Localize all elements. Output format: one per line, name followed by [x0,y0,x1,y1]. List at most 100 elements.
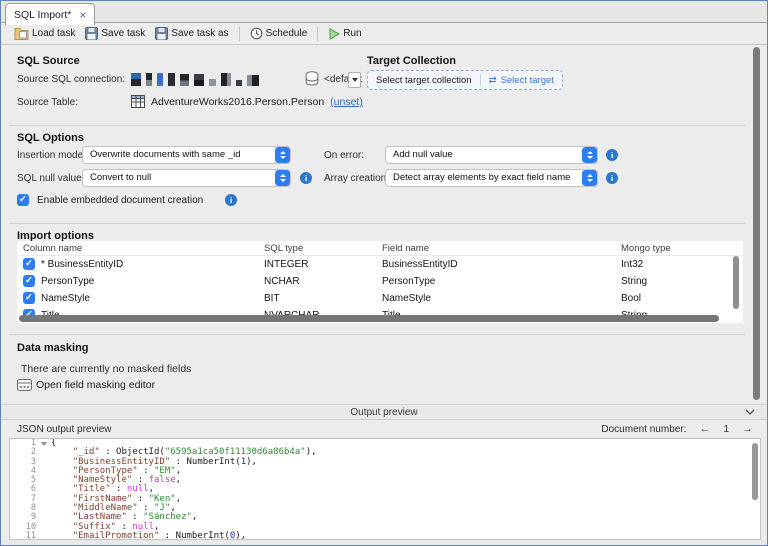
toolbar: Load task Save task Save task as Schedul… [1,23,767,45]
table-cell: INTEGER [264,256,308,273]
row-checkbox[interactable] [23,275,35,287]
run-label: Run [343,28,361,39]
json-output-preview-title: JSON output preview [17,424,112,435]
tab-sql-import[interactable]: SQL Import* × [5,3,95,25]
fold-gutter [36,495,51,504]
tab-bar: SQL Import* × [1,1,767,23]
select-target-button[interactable]: ⇄ Select target [481,75,562,86]
sql-null-values-select[interactable]: Convert to null [82,169,291,187]
table-vertical-scrollbar[interactable] [733,256,739,309]
code-line: 11 "EmailPromotion" : NumberInt(0), [10,532,760,540]
output-preview-label: Output preview [350,407,417,418]
masking-editor-icon [17,379,32,391]
section-divider [9,334,745,335]
document-navigator: Document number: ← 1 → [601,423,753,435]
table-cell: BusinessEntityID [382,256,458,273]
table-cell: Int32 [621,256,643,273]
sql-null-values-value: Convert to null [90,170,151,186]
bottom-strip [1,540,767,545]
unset-link[interactable]: (unset) [330,96,363,108]
open-masking-editor-label: Open field masking editor [36,379,155,391]
select-target-label: Select target [501,75,554,86]
fold-gutter [36,532,51,540]
connection-dropdown-button[interactable] [348,72,361,88]
load-task-button[interactable]: Load task [9,24,80,44]
fold-triangle-icon[interactable] [36,439,51,448]
table-cell: String [621,273,647,290]
toolbar-separator [317,27,318,41]
next-document-arrow-icon[interactable]: → [742,423,753,435]
editor-vertical-scrollbar[interactable] [752,443,758,500]
table-horizontal-scrollbar[interactable] [19,315,719,322]
sql-null-values-info-icon[interactable] [300,172,312,184]
main-content: SQL Source Target Collection Source SQL … [1,45,767,404]
insertion-mode-select[interactable]: Overwrite documents with same _id [82,146,291,164]
insertion-mode-label: Insertion mode: [17,150,86,161]
array-creation-value: Detect array elements by exact field nam… [393,170,570,186]
source-table-label: Source Table: [17,97,78,108]
import-options-table: Column name SQL type Field name Mongo ty… [17,241,743,323]
table-cell: PersonType [382,273,435,290]
col-header-mongo-type: Mongo type [621,242,671,255]
on-error-value: Add null value [393,147,453,163]
no-masked-fields-text: There are currently no masked fields [21,363,191,375]
table-cell: * BusinessEntityID [41,256,123,273]
previous-document-arrow-icon[interactable]: ← [699,423,710,435]
fold-gutter [36,523,51,532]
sql-source-title: SQL Source [17,55,80,67]
table-cell: NameStyle [382,290,431,307]
section-divider [9,223,745,224]
save-task-as-button[interactable]: Save task as [150,24,233,44]
tab-close-icon[interactable]: × [79,9,86,21]
section-divider [9,125,745,126]
col-header-sql-type: SQL type [264,242,303,255]
row-checkbox[interactable] [23,292,35,304]
table-row[interactable]: NameStyleBITNameStyleBool [17,290,743,307]
array-creation-info-icon[interactable] [606,172,618,184]
json-preview-header: JSON output preview Document number: ← 1… [1,420,767,438]
stepper-icon [275,147,290,163]
stepper-icon [275,170,290,186]
json-editor[interactable]: 1{2 "_id" : ObjectId("6595a1ca50f11130d6… [9,438,761,540]
database-icon [305,71,319,86]
embedded-document-info-icon[interactable] [225,194,237,206]
swap-arrows-icon: ⇄ [489,75,497,86]
content-vertical-scrollbar[interactable] [753,47,760,400]
fold-gutter [36,504,51,513]
table-cell: NCHAR [264,273,300,290]
embedded-document-checkbox[interactable] [17,194,29,206]
table-grid-icon [131,95,145,108]
schedule-button[interactable]: Schedule [245,24,313,44]
table-row[interactable]: * BusinessEntityID INTEGER BusinessEntityI… [17,256,743,273]
code-text: "EmailPromotion" : NumberInt(0), [51,532,760,540]
on-error-select[interactable]: Add null value [385,146,598,164]
embedded-document-label: Enable embedded document creation [37,195,203,206]
sql-options-title: SQL Options [17,132,84,144]
fold-gutter [36,476,51,485]
sql-null-values-label: SQL null values: [17,173,89,184]
clock-icon [250,27,263,40]
run-play-icon [328,28,340,40]
json-code: 1{2 "_id" : ObjectId("6595a1ca50f11130d6… [10,439,760,540]
open-masking-editor-button[interactable]: Open field masking editor [17,379,155,391]
save-task-as-label: Save task as [171,28,228,39]
save-task-button[interactable]: Save task [80,24,150,44]
select-target-collection-button[interactable]: Select target collection [368,75,480,86]
document-number-label: Document number: [601,424,686,435]
redacted-connection-name [131,72,259,86]
output-preview-bar[interactable]: Output preview [1,404,767,420]
row-checkbox[interactable] [23,258,35,270]
on-error-info-icon[interactable] [606,149,618,161]
toolbar-separator [239,27,240,41]
array-creation-select[interactable]: Detect array elements by exact field nam… [385,169,598,187]
document-number-value: 1 [723,424,729,435]
stepper-icon [582,147,597,163]
table-header-row: Column name SQL type Field name Mongo ty… [17,241,743,256]
chevron-down-icon [745,409,755,415]
fold-gutter [36,513,51,522]
fold-gutter [36,467,51,476]
table-row[interactable]: PersonTypeNCHARPersonTypeString [17,273,743,290]
col-header-column-name: Column name [23,242,82,255]
code-text: "NameStyle" : false, [51,476,760,485]
run-button[interactable]: Run [323,24,366,44]
